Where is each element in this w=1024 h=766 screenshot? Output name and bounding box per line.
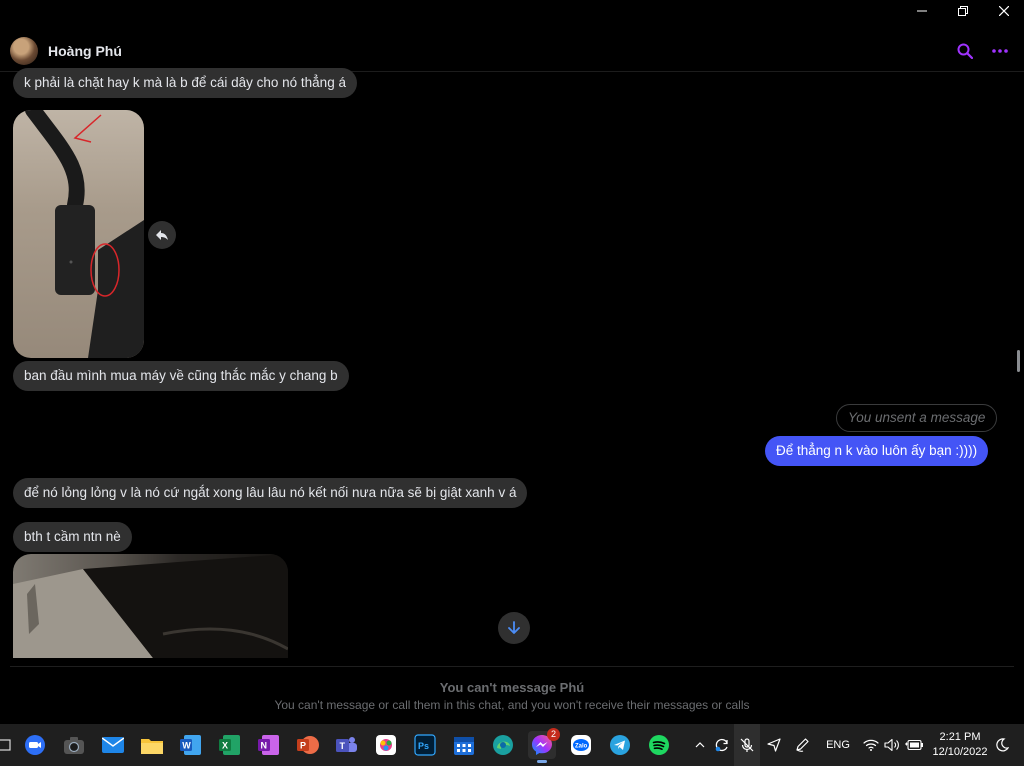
blocked-subtitle: You can't message or call them in this c… bbox=[274, 698, 750, 712]
messenger-icon[interactable]: 2 bbox=[528, 728, 560, 763]
close-button[interactable] bbox=[983, 0, 1024, 22]
window-controls bbox=[901, 0, 1024, 24]
message-incoming[interactable]: bth t cầm ntn nè bbox=[13, 522, 132, 552]
location-icon[interactable] bbox=[763, 724, 785, 766]
svg-text:W: W bbox=[182, 741, 191, 751]
task-view-icon[interactable] bbox=[0, 731, 18, 759]
telegram-icon[interactable] bbox=[606, 731, 634, 759]
more-icon[interactable] bbox=[990, 41, 1010, 61]
mail-icon[interactable] bbox=[99, 731, 127, 759]
message-unsent: You unsent a message bbox=[836, 404, 998, 432]
language-indicator[interactable]: ENG bbox=[822, 724, 854, 766]
calendar-icon[interactable] bbox=[450, 731, 478, 759]
pen-icon[interactable] bbox=[790, 724, 814, 766]
scrollbar-thumb[interactable] bbox=[1017, 350, 1020, 372]
powerpoint-icon[interactable]: P bbox=[294, 731, 322, 759]
zoom-icon[interactable] bbox=[21, 731, 49, 759]
spotify-icon[interactable] bbox=[645, 731, 673, 759]
message-incoming[interactable]: ban đầu mình mua máy về cũng thắc mắc y … bbox=[13, 361, 349, 391]
blocked-title: You can't message Phú bbox=[439, 680, 585, 695]
search-icon[interactable] bbox=[955, 41, 975, 61]
svg-text:P: P bbox=[300, 741, 306, 751]
svg-text:T: T bbox=[340, 741, 346, 751]
avatar[interactable] bbox=[10, 37, 38, 65]
svg-text:Zalo: Zalo bbox=[575, 744, 588, 750]
clock-date: 12/10/2022 bbox=[932, 746, 988, 758]
message-outgoing[interactable]: Để thẳng n k vào luôn ấy bạn :)))) bbox=[765, 436, 989, 466]
volume-icon[interactable] bbox=[882, 724, 902, 766]
photoshop-icon[interactable]: Ps bbox=[411, 731, 439, 759]
svg-text:N: N bbox=[261, 741, 268, 751]
camera-icon[interactable] bbox=[60, 731, 88, 759]
message-incoming[interactable]: để nó lỏng lỏng v là nó cứ ngắt xong lâu… bbox=[13, 478, 528, 508]
taskbar: W X N P T Ps 2 Zalo ENG 2:21 PM 12/10/20… bbox=[0, 724, 1024, 766]
clock[interactable]: 2:21 PM 12/10/2022 bbox=[930, 730, 990, 760]
word-icon[interactable]: W bbox=[177, 731, 205, 759]
message-image[interactable] bbox=[13, 110, 144, 358]
active-indicator bbox=[537, 760, 547, 763]
chat-header: Hoàng Phú bbox=[0, 30, 1024, 72]
message-image[interactable] bbox=[13, 554, 288, 658]
svg-text:X: X bbox=[222, 741, 228, 751]
paint-icon[interactable] bbox=[372, 731, 400, 759]
teams-icon[interactable]: T bbox=[333, 731, 361, 759]
wifi-icon[interactable] bbox=[861, 724, 881, 766]
reply-icon[interactable] bbox=[148, 221, 176, 249]
divider bbox=[10, 666, 1014, 667]
onenote-icon[interactable]: N bbox=[255, 731, 283, 759]
edge-icon[interactable] bbox=[489, 731, 517, 759]
excel-icon[interactable]: X bbox=[216, 731, 244, 759]
battery-icon[interactable] bbox=[903, 724, 925, 766]
minimize-button[interactable] bbox=[901, 0, 942, 22]
contact-name[interactable]: Hoàng Phú bbox=[48, 43, 122, 59]
sync-icon[interactable] bbox=[711, 724, 733, 766]
focus-assist-icon[interactable] bbox=[992, 724, 1012, 766]
clock-time: 2:21 PM bbox=[939, 731, 981, 743]
show-hidden-icons[interactable] bbox=[690, 724, 710, 766]
message-incoming[interactable]: k phải là chặt hay k mà là b để cái dây … bbox=[13, 68, 357, 98]
file-explorer-icon[interactable] bbox=[138, 731, 166, 759]
scroll-to-bottom-button[interactable] bbox=[498, 612, 530, 644]
mic-muted-icon[interactable] bbox=[734, 724, 760, 766]
svg-text:Ps: Ps bbox=[418, 741, 429, 751]
zalo-icon[interactable]: Zalo bbox=[567, 731, 595, 759]
restore-button[interactable] bbox=[942, 0, 983, 22]
notification-badge: 2 bbox=[547, 728, 560, 741]
